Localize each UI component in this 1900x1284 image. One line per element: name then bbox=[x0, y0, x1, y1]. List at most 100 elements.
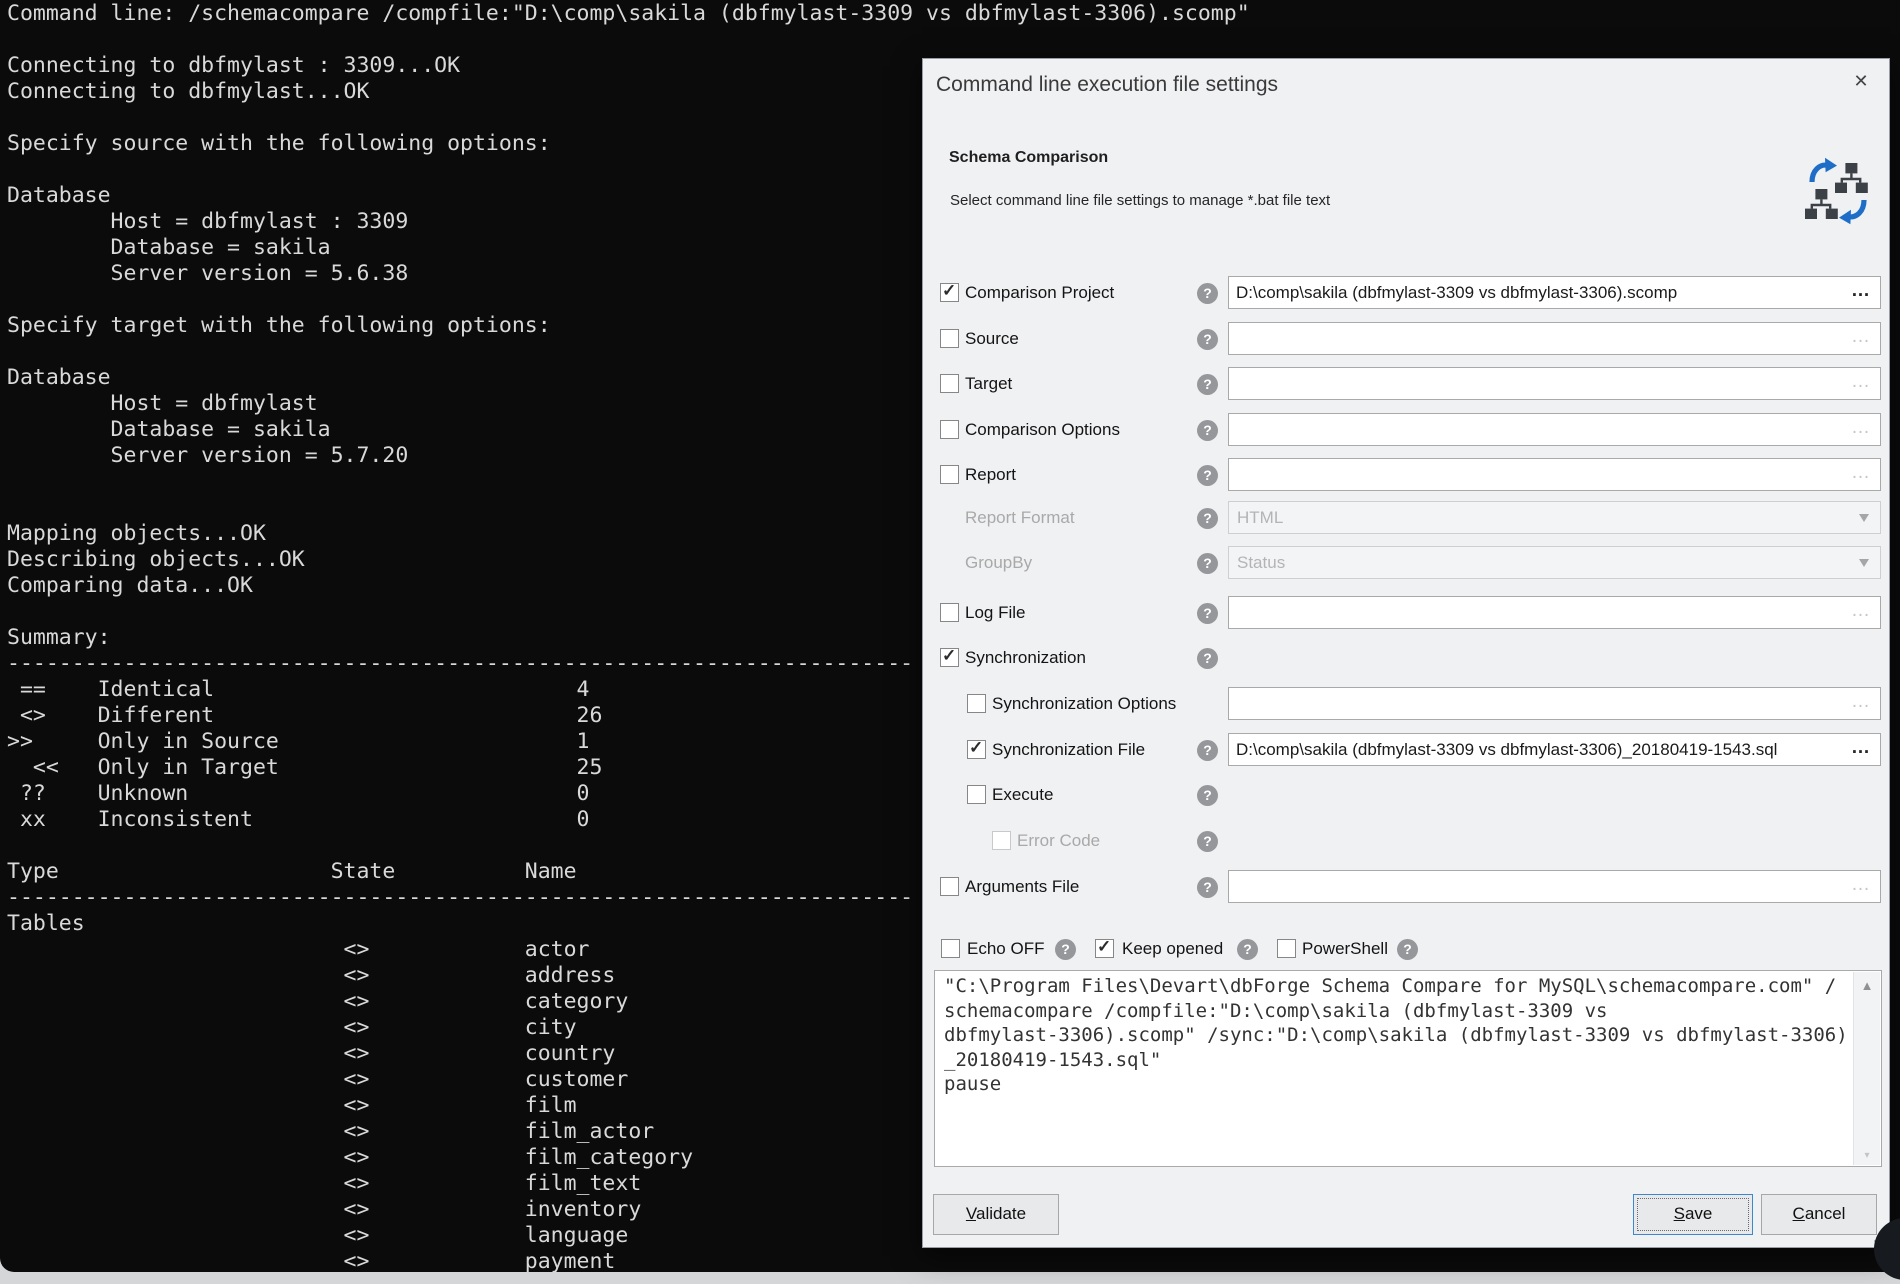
help-icon[interactable]: ? bbox=[1197, 603, 1218, 624]
row-report: Report ? … bbox=[923, 458, 1891, 492]
comparison-options-input[interactable]: … bbox=[1228, 413, 1881, 446]
dialog-subtitle: Select command line file settings to man… bbox=[950, 192, 1330, 209]
execute-label: Execute bbox=[992, 785, 1053, 805]
bat-text: "C:\Program Files\Devart\dbForge Schema … bbox=[944, 974, 1851, 1097]
synchronization-file-input[interactable]: D:\comp\sakila (dbfmylast-3309 vs dbfmyl… bbox=[1228, 733, 1881, 766]
report-input[interactable]: … bbox=[1228, 458, 1881, 491]
synchronization-file-checkbox[interactable] bbox=[967, 740, 986, 759]
keep-opened-checkbox[interactable] bbox=[1095, 939, 1114, 958]
report-checkbox[interactable] bbox=[940, 465, 959, 484]
comparison-options-checkbox[interactable] bbox=[940, 420, 959, 439]
help-icon[interactable]: ? bbox=[1197, 329, 1218, 350]
browse-ellipsis-icon[interactable]: … bbox=[1851, 367, 1871, 397]
synchronization-checkbox[interactable] bbox=[940, 648, 959, 667]
report-format-select: HTML bbox=[1228, 501, 1881, 534]
row-script-options: Echo OFF ? Keep opened ? PowerShell ? bbox=[923, 932, 1891, 966]
browse-ellipsis-icon[interactable]: … bbox=[1851, 733, 1871, 763]
error-code-checkbox bbox=[992, 831, 1011, 850]
arguments-file-input[interactable]: … bbox=[1228, 870, 1881, 903]
row-comparison-options: Comparison Options ? … bbox=[923, 413, 1891, 447]
chevron-down-icon bbox=[1859, 514, 1869, 527]
synchronization-label: Synchronization bbox=[965, 648, 1086, 668]
browse-ellipsis-icon[interactable]: … bbox=[1851, 870, 1871, 900]
log-file-input[interactable]: … bbox=[1228, 596, 1881, 629]
browse-ellipsis-icon[interactable]: … bbox=[1851, 458, 1871, 488]
log-file-checkbox[interactable] bbox=[940, 603, 959, 622]
synchronization-options-label: Synchronization Options bbox=[992, 694, 1176, 714]
help-icon[interactable]: ? bbox=[1197, 553, 1218, 574]
log-file-label: Log File bbox=[965, 603, 1025, 623]
help-icon[interactable]: ? bbox=[1197, 420, 1218, 441]
schema-compare-icon bbox=[1805, 151, 1871, 229]
row-comparison-project: Comparison Project ? D:\comp\sakila (dbf… bbox=[923, 276, 1891, 310]
row-target: Target ? … bbox=[923, 367, 1891, 401]
arguments-file-checkbox[interactable] bbox=[940, 877, 959, 896]
echo-off-label: Echo OFF bbox=[967, 939, 1044, 959]
arguments-file-label: Arguments File bbox=[965, 877, 1079, 897]
source-input[interactable]: … bbox=[1228, 322, 1881, 355]
groupby-label: GroupBy bbox=[965, 553, 1032, 573]
powershell-label: PowerShell bbox=[1302, 939, 1388, 959]
help-icon[interactable]: ? bbox=[1197, 740, 1218, 761]
help-icon[interactable]: ? bbox=[1197, 831, 1218, 852]
comparison-project-input[interactable]: D:\comp\sakila (dbfmylast-3309 vs dbfmyl… bbox=[1228, 276, 1881, 309]
browse-ellipsis-icon[interactable]: … bbox=[1851, 322, 1871, 352]
help-icon[interactable]: ? bbox=[1055, 939, 1076, 960]
target-label: Target bbox=[965, 374, 1012, 394]
row-error-code: Error Code ? bbox=[923, 824, 1891, 858]
report-format-label: Report Format bbox=[965, 508, 1075, 528]
powershell-checkbox[interactable] bbox=[1277, 939, 1296, 958]
comparison-options-label: Comparison Options bbox=[965, 420, 1120, 440]
row-execute: Execute ? bbox=[923, 778, 1891, 812]
row-arguments-file: Arguments File ? … bbox=[923, 870, 1891, 904]
row-groupby: GroupBy ? Status bbox=[923, 546, 1891, 580]
target-checkbox[interactable] bbox=[940, 374, 959, 393]
screen: Command line: /schemacompare /compfile:"… bbox=[0, 0, 1900, 1284]
comparison-project-label: Comparison Project bbox=[965, 283, 1114, 303]
cancel-button[interactable]: Cancel bbox=[1761, 1194, 1877, 1235]
bat-text-area[interactable]: "C:\Program Files\Devart\dbForge Schema … bbox=[934, 970, 1882, 1167]
help-icon[interactable]: ? bbox=[1397, 939, 1418, 960]
source-checkbox[interactable] bbox=[940, 329, 959, 348]
scroll-up-icon[interactable]: ▲ bbox=[1854, 978, 1880, 993]
comparison-project-checkbox[interactable] bbox=[940, 283, 959, 302]
report-label: Report bbox=[965, 465, 1016, 485]
help-icon[interactable]: ? bbox=[1197, 877, 1218, 898]
row-source: Source ? … bbox=[923, 322, 1891, 356]
row-synchronization: Synchronization ? bbox=[923, 641, 1891, 675]
browse-ellipsis-icon[interactable]: … bbox=[1851, 596, 1871, 626]
help-icon[interactable]: ? bbox=[1197, 508, 1218, 529]
groupby-select: Status bbox=[1228, 546, 1881, 579]
save-button[interactable]: Save bbox=[1633, 1194, 1753, 1235]
help-icon[interactable]: ? bbox=[1197, 785, 1218, 806]
close-icon[interactable]: ✕ bbox=[1847, 67, 1875, 95]
browse-ellipsis-icon[interactable]: … bbox=[1851, 276, 1871, 306]
help-icon[interactable]: ? bbox=[1197, 465, 1218, 486]
chevron-down-icon bbox=[1859, 559, 1869, 572]
source-label: Source bbox=[965, 329, 1019, 349]
error-code-label: Error Code bbox=[1017, 831, 1100, 851]
row-synchronization-options: Synchronization Options ? … bbox=[923, 687, 1891, 721]
browse-ellipsis-icon[interactable]: … bbox=[1851, 413, 1871, 443]
row-synchronization-file: Synchronization File ? D:\comp\sakila (d… bbox=[923, 733, 1891, 767]
synchronization-options-input[interactable]: … bbox=[1228, 687, 1881, 720]
target-input[interactable]: … bbox=[1228, 367, 1881, 400]
browse-ellipsis-icon[interactable]: … bbox=[1851, 687, 1871, 717]
execute-checkbox[interactable] bbox=[967, 785, 986, 804]
echo-off-checkbox[interactable] bbox=[941, 939, 960, 958]
validate-button[interactable]: Validate bbox=[933, 1194, 1059, 1235]
help-icon[interactable]: ? bbox=[1237, 939, 1258, 960]
scrollbar[interactable]: ▲ ▾ bbox=[1853, 972, 1880, 1165]
schema-comparison-heading: Schema Comparison bbox=[949, 149, 1108, 167]
synchronization-options-checkbox[interactable] bbox=[967, 694, 986, 713]
command-line-settings-dialog: Command line execution file settings ✕ S… bbox=[922, 58, 1890, 1248]
help-icon[interactable]: ? bbox=[1197, 283, 1218, 304]
dialog-title: Command line execution file settings bbox=[936, 73, 1278, 97]
synchronization-file-label: Synchronization File bbox=[992, 740, 1145, 760]
scroll-down-icon[interactable]: ▾ bbox=[1854, 1150, 1880, 1161]
row-report-format: Report Format ? HTML bbox=[923, 501, 1891, 535]
help-icon[interactable]: ? bbox=[1197, 648, 1218, 669]
help-icon[interactable]: ? bbox=[1197, 374, 1218, 395]
row-log-file: Log File ? … bbox=[923, 596, 1891, 630]
keep-opened-label: Keep opened bbox=[1122, 939, 1223, 959]
